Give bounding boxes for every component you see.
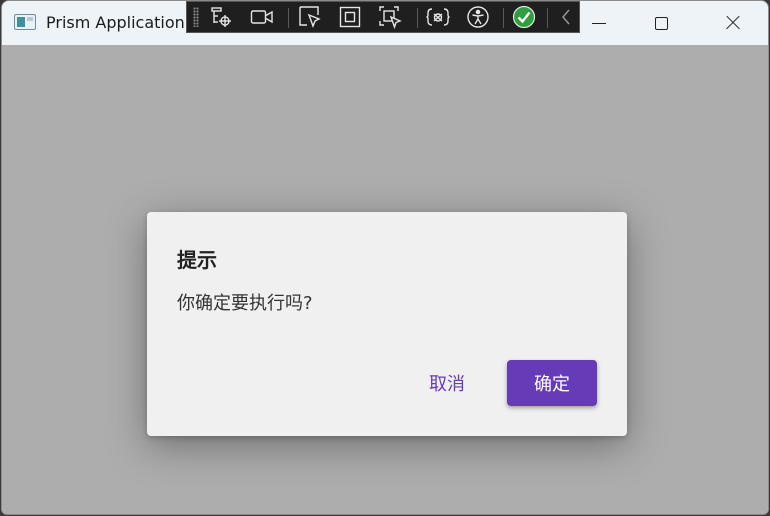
accessibility-icon[interactable] bbox=[465, 4, 491, 30]
maximize-button[interactable] bbox=[638, 1, 684, 45]
close-button[interactable] bbox=[710, 1, 756, 45]
select-element-icon[interactable] bbox=[297, 4, 323, 30]
toolbar-grip[interactable] bbox=[193, 7, 199, 27]
visual-tree-select-icon[interactable] bbox=[208, 4, 234, 30]
record-video-icon[interactable] bbox=[249, 4, 275, 30]
cancel-button[interactable]: 取消 bbox=[415, 360, 479, 406]
confirm-button[interactable]: 确定 bbox=[507, 360, 597, 406]
close-icon bbox=[725, 15, 741, 31]
window-title: Prism Application bbox=[46, 13, 185, 32]
main-content: 提示 你确定要执行吗? 取消 确定 bbox=[2, 45, 768, 514]
display-layout-adorners-icon[interactable] bbox=[337, 4, 363, 30]
track-focused-element-icon[interactable] bbox=[377, 4, 403, 30]
dialog-title: 提示 bbox=[177, 248, 217, 272]
collapse-toolbar-icon[interactable] bbox=[553, 4, 579, 30]
binding-failures-icon[interactable] bbox=[425, 4, 451, 30]
maximize-icon bbox=[654, 16, 668, 30]
app-window: Prism Application 提示 你确定要执行吗? 取消 确定 bbox=[1, 0, 769, 515]
xaml-debug-toolbar bbox=[186, 1, 580, 33]
app-icon bbox=[14, 14, 36, 30]
confirm-dialog: 提示 你确定要执行吗? 取消 确定 bbox=[147, 212, 627, 436]
minimize-icon bbox=[592, 22, 606, 24]
hot-reload-status-icon[interactable] bbox=[511, 4, 537, 30]
dialog-message: 你确定要执行吗? bbox=[177, 293, 313, 314]
minimize-button[interactable] bbox=[576, 1, 622, 45]
